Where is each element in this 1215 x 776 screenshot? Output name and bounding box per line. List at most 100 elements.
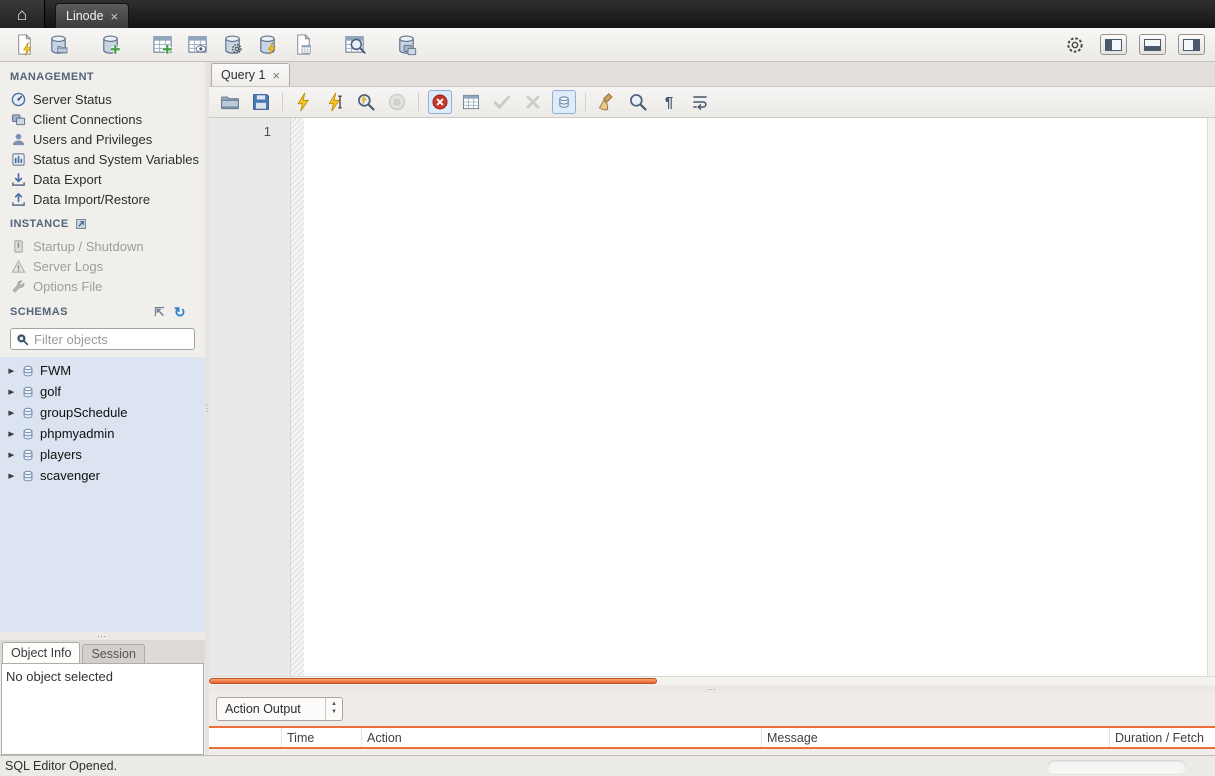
chevron-right-icon[interactable]: ▶ <box>7 471 16 479</box>
reconnect-icon[interactable] <box>393 32 419 58</box>
rollback-icon[interactable] <box>521 90 545 114</box>
editor-row: 1 <box>209 118 1215 676</box>
close-icon[interactable]: × <box>272 69 280 82</box>
find-icon[interactable] <box>626 90 650 114</box>
object-info-panel: No object selected <box>1 663 204 755</box>
schema-item-fwm[interactable]: ▶ FWM <box>0 360 205 381</box>
variables-icon <box>11 152 26 167</box>
sidebar-item-startup-shutdown[interactable]: Startup / Shutdown <box>0 236 205 256</box>
right-panel-icon <box>1183 38 1200 51</box>
sidebar-item-label: Data Export <box>33 171 102 187</box>
explain-plan-icon[interactable] <box>354 90 378 114</box>
expand-panel-icon[interactable]: ⇱ <box>154 306 164 318</box>
open-script-icon[interactable] <box>218 90 242 114</box>
warning-icon <box>11 259 26 274</box>
toggle-autocommit-icon[interactable] <box>552 90 576 114</box>
home-tab[interactable]: ⌂ <box>0 0 45 28</box>
query-tab-label: Query 1 <box>221 68 266 82</box>
execute-current-statement-icon[interactable] <box>323 90 347 114</box>
sidebar-item-data-export[interactable]: Data Export <box>0 169 205 189</box>
create-table-icon[interactable] <box>149 32 175 58</box>
sidebar-item-client-connections[interactable]: Client Connections <box>0 109 205 129</box>
show-invisibles-icon[interactable]: ¶ <box>657 90 681 114</box>
sidebar-item-server-logs[interactable]: Server Logs <box>0 256 205 276</box>
user-icon <box>11 132 26 147</box>
column-header-status[interactable] <box>209 728 282 747</box>
save-script-icon[interactable] <box>249 90 273 114</box>
sidebar-item-server-status[interactable]: Server Status <box>0 89 205 109</box>
schema-item-players[interactable]: ▶ players <box>0 444 205 465</box>
select-stepper[interactable]: ▲ ▼ <box>325 698 342 720</box>
tab-object-info[interactable]: Object Info <box>2 642 81 663</box>
scrollbar-thumb[interactable] <box>209 678 657 684</box>
create-schema-icon[interactable] <box>97 32 123 58</box>
output-column-headers: Time Action Message Duration / Fetch <box>209 726 1215 749</box>
toggle-word-wrap-icon[interactable] <box>688 90 712 114</box>
schema-filter-box <box>10 328 195 350</box>
sidebar-item-label: Users and Privileges <box>33 131 153 147</box>
refresh-schemas-icon[interactable]: ↻ <box>174 305 186 319</box>
commit-icon[interactable] <box>490 90 514 114</box>
schema-filter-input[interactable] <box>34 331 189 347</box>
create-trigger-icon[interactable] <box>254 32 280 58</box>
schema-item-groupschedule[interactable]: ▶ groupSchedule <box>0 402 205 423</box>
status-message: SQL Editor Opened. <box>5 759 118 773</box>
connections-icon <box>11 112 26 127</box>
search-table-data-icon[interactable] <box>341 32 367 58</box>
management-title-text: MANAGEMENT <box>10 71 95 83</box>
management-section-title: MANAGEMENT <box>0 62 205 89</box>
schema-label: phpmyadmin <box>40 426 115 441</box>
info-tabbar: Object Info Session <box>0 640 205 663</box>
schema-icon <box>21 406 35 420</box>
output-splitter[interactable]: ⋯ <box>209 684 1215 694</box>
close-icon[interactable]: × <box>111 10 119 23</box>
sidebar-item-users-privileges[interactable]: Users and Privileges <box>0 129 205 149</box>
instance-config-icon[interactable] <box>75 218 87 230</box>
status-bar: SQL Editor Opened. <box>0 755 1215 776</box>
sql-editor-toolbar: ¶ <box>209 87 1215 118</box>
connection-tab-linode[interactable]: Linode × <box>55 3 130 28</box>
column-header-time[interactable]: Time <box>282 728 362 747</box>
limit-rows-icon[interactable] <box>459 90 483 114</box>
code-folding-margin <box>291 118 304 676</box>
sidebar-item-data-import-restore[interactable]: Data Import/Restore <box>0 189 205 209</box>
sidebar-item-options-file[interactable]: Options File <box>0 276 205 296</box>
beautify-script-icon[interactable] <box>595 90 619 114</box>
schemas-section-title: SCHEMAS ⇱ ↻ <box>0 296 205 325</box>
sql-code-editor[interactable] <box>304 118 1207 676</box>
search-icon <box>17 333 29 345</box>
sidebar-item-status-system-variables[interactable]: Status and System Variables <box>0 149 205 169</box>
chevron-right-icon[interactable]: ▶ <box>7 387 16 395</box>
schema-icon <box>21 364 35 378</box>
tab-query-1[interactable]: Query 1 × <box>211 63 291 86</box>
sidebar-item-label: Options File <box>33 278 103 294</box>
execute-statements-icon[interactable] <box>292 90 316 114</box>
toggle-right-sidebar-button[interactable] <box>1178 34 1205 55</box>
create-view-icon[interactable] <box>184 32 210 58</box>
chevron-right-icon[interactable]: ▶ <box>7 366 16 374</box>
schema-item-golf[interactable]: ▶ golf <box>0 381 205 402</box>
schema-item-phpmyadmin[interactable]: ▶ phpmyadmin <box>0 423 205 444</box>
editor-vertical-scrollbar[interactable] <box>1207 118 1215 676</box>
gear-icon[interactable] <box>1062 32 1088 58</box>
tab-session[interactable]: Session <box>82 644 145 663</box>
column-header-message[interactable]: Message <box>762 728 1110 747</box>
create-function-icon[interactable] <box>289 32 315 58</box>
stop-execution-icon[interactable] <box>385 90 409 114</box>
chevron-right-icon[interactable]: ▶ <box>7 408 16 416</box>
column-header-action[interactable]: Action <box>362 728 762 747</box>
chevron-right-icon[interactable]: ▶ <box>7 450 16 458</box>
toggle-left-sidebar-button[interactable] <box>1100 34 1127 55</box>
create-procedure-icon[interactable] <box>219 32 245 58</box>
editor-horizontal-scrollbar[interactable] <box>209 676 1215 685</box>
chevron-right-icon[interactable]: ▶ <box>7 429 16 437</box>
sidebar-horizontal-splitter[interactable]: ⋯ <box>0 631 205 641</box>
output-type-select[interactable]: Action Output ▲ ▼ <box>216 697 343 721</box>
open-sql-script-icon[interactable] <box>45 32 71 58</box>
status-progress-well <box>1048 760 1186 772</box>
new-sql-tab-icon[interactable] <box>10 32 36 58</box>
schema-item-scavenger[interactable]: ▶ scavenger <box>0 465 205 486</box>
toggle-stop-on-error-icon[interactable] <box>428 90 452 114</box>
toggle-output-area-button[interactable] <box>1139 34 1166 55</box>
column-header-duration-fetch[interactable]: Duration / Fetch <box>1110 728 1215 747</box>
